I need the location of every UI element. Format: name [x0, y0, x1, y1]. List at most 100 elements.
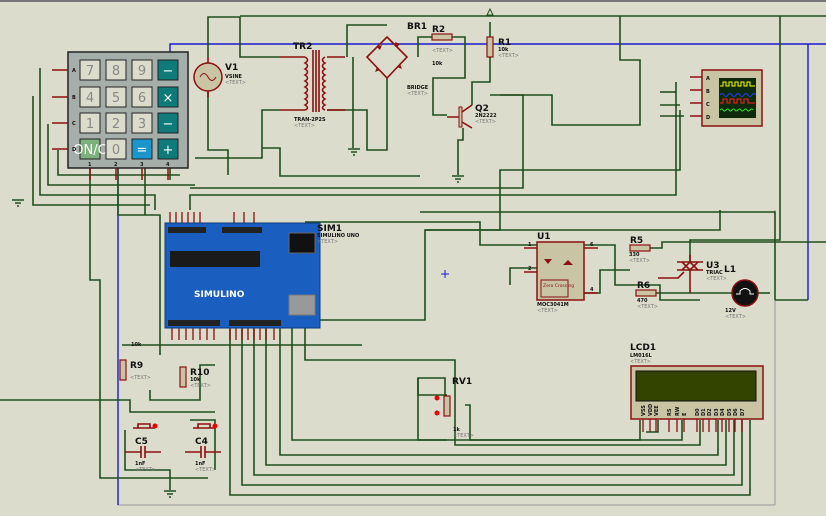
transistor-q2[interactable]: Q2 2N2222 <TEXT>: [447, 104, 497, 129]
triac-u3[interactable]: U3 TRIAC <TEXT>: [658, 255, 727, 293]
scope-channel-d: D: [706, 115, 710, 121]
capacitor-c5[interactable]: C5 1nF <TEXT>: [125, 423, 161, 474]
push-button-c5[interactable]: [152, 423, 158, 429]
u1-pin-1: 1: [528, 242, 532, 248]
lcd-pin-label: VEE: [654, 405, 660, 416]
u1-pin-2: 2: [528, 266, 532, 272]
oscilloscope[interactable]: A B C D: [690, 69, 763, 127]
tr2-ref: TR2: [293, 42, 312, 52]
resistor-r2[interactable]: R2 <TEXT> 10k: [431, 25, 453, 67]
key-label: 6: [138, 91, 146, 106]
v1-ref: V1: [225, 63, 238, 73]
scope-channel-c: C: [706, 102, 710, 108]
key-label: ×: [163, 91, 174, 106]
key-label: 0: [112, 143, 120, 158]
u3-text: <TEXT>: [706, 276, 727, 282]
key-7[interactable]: 7: [79, 59, 101, 81]
lcd1-text: <TEXT>: [630, 359, 651, 365]
r2-ref: R2: [432, 25, 445, 35]
u1-pin-4: 4: [590, 287, 594, 293]
resistor-r5[interactable]: R5 330 <TEXT>: [629, 236, 651, 264]
resistor-r9[interactable]: R9 10k <TEXT>: [119, 342, 151, 381]
q2-text: <TEXT>: [475, 119, 496, 125]
keypad-col-label: 3: [140, 162, 144, 168]
u1-pin-6: 6: [590, 242, 594, 248]
bridge-rectifier[interactable]: BR1 BRIDGE <TEXT>: [365, 22, 429, 97]
resistor-r10[interactable]: R10 10k <TEXT>: [179, 366, 211, 389]
lcd-pin-label: D6: [733, 408, 739, 416]
lcd1-ref: LCD1: [630, 343, 656, 353]
key-label: 3: [138, 117, 146, 132]
key-label: ON/C: [73, 143, 106, 158]
pot-terminal: [434, 410, 440, 416]
key-×[interactable]: ×: [157, 86, 179, 108]
key-1[interactable]: 1: [79, 112, 101, 134]
l1-text: <TEXT>: [725, 314, 746, 320]
key-=[interactable]: =: [131, 138, 153, 160]
keypad-col-label: 2: [114, 162, 118, 168]
power-terminal-icon: [486, 7, 494, 16]
u1-text: <TEXT>: [537, 308, 558, 314]
scope-channel-a: A: [706, 76, 710, 82]
br1-text: <TEXT>: [407, 91, 428, 97]
key-label: 1: [86, 117, 94, 132]
keypad[interactable]: 7 8 9 − 4 5 6 × 1 2 3 − ON/C 0 = + A B C D 1 2 3 4: [52, 51, 189, 180]
c5-ref: C5: [135, 437, 148, 447]
keypad-row-label: A: [72, 68, 76, 74]
key-label: 8: [112, 64, 120, 79]
transformer[interactable]: TR2 TRAN-2P2S <TEXT>: [280, 42, 345, 129]
key-label: 2: [112, 117, 120, 132]
keypad-row-label: B: [72, 95, 76, 101]
r9-text: <TEXT>: [130, 375, 151, 381]
key-2[interactable]: 2: [105, 112, 127, 134]
key-label: +: [163, 143, 174, 158]
keypad-col-label: 4: [166, 162, 170, 168]
lcd-display[interactable]: VSS VDD VEE RS RW E D0 D1 D2 D3 D4 D5 D6 D7 LCD1 LM01…: [630, 343, 764, 432]
r5-ref: R5: [630, 236, 643, 246]
key-label: −: [163, 64, 174, 79]
keypad-col-label: 1: [88, 162, 92, 168]
key-+[interactable]: +: [157, 138, 179, 160]
r6-text: <TEXT>: [637, 304, 658, 310]
lcd-screen: [635, 370, 757, 402]
key-−[interactable]: −: [157, 59, 179, 81]
r9-value: 10k: [131, 342, 142, 348]
r2-text: <TEXT>: [432, 48, 453, 54]
key-label: −: [163, 117, 174, 132]
rv1-text: <TEXT>: [453, 433, 474, 439]
keypad-row-label: D: [72, 147, 76, 153]
key-label: 9: [138, 64, 146, 79]
key-4[interactable]: 4: [79, 86, 101, 108]
lcd-pin-label: VSS: [641, 405, 647, 416]
scope-channel-b: B: [706, 89, 710, 95]
lcd-pin-label: RW: [675, 406, 681, 416]
r9-ref: R9: [130, 361, 143, 371]
key-3[interactable]: 3: [131, 112, 153, 134]
key-label: 7: [86, 64, 94, 79]
c5-text: <TEXT>: [135, 467, 156, 473]
r2-value: 10k: [432, 61, 443, 67]
key-0[interactable]: 0: [105, 138, 127, 160]
key-6[interactable]: 6: [131, 86, 153, 108]
u1-ref: U1: [537, 232, 551, 242]
r10-text: <TEXT>: [190, 383, 211, 389]
key-8[interactable]: 8: [105, 59, 127, 81]
key-label: =: [137, 143, 148, 158]
push-button-c4[interactable]: [212, 423, 218, 429]
key-5[interactable]: 5: [105, 86, 127, 108]
key-−[interactable]: −: [157, 112, 179, 134]
lcd-pin-label: D2: [707, 408, 713, 416]
r6-ref: R6: [637, 281, 650, 291]
lcd-pin-label: E: [682, 412, 688, 416]
key-label: 4: [86, 91, 94, 106]
sine-voltage-source[interactable]: V1 VSINE <TEXT>: [193, 57, 246, 97]
pot-terminal: [434, 395, 440, 401]
lcd-pin-label: D7: [740, 408, 746, 416]
keypad-row-label: C: [72, 121, 76, 127]
r5-text: <TEXT>: [629, 258, 650, 264]
sim1-text: <TEXT>: [317, 239, 338, 245]
lcd-pin-label: D4: [720, 408, 726, 416]
schematic-canvas[interactable]: 7 8 9 − 4 5 6 × 1 2 3 − ON/C 0 = + A B C D 1 2 3 4 V1 VSINE <T…: [0, 0, 826, 516]
key-9[interactable]: 9: [131, 59, 153, 81]
arduino-logo: SIMULINO: [194, 290, 245, 300]
